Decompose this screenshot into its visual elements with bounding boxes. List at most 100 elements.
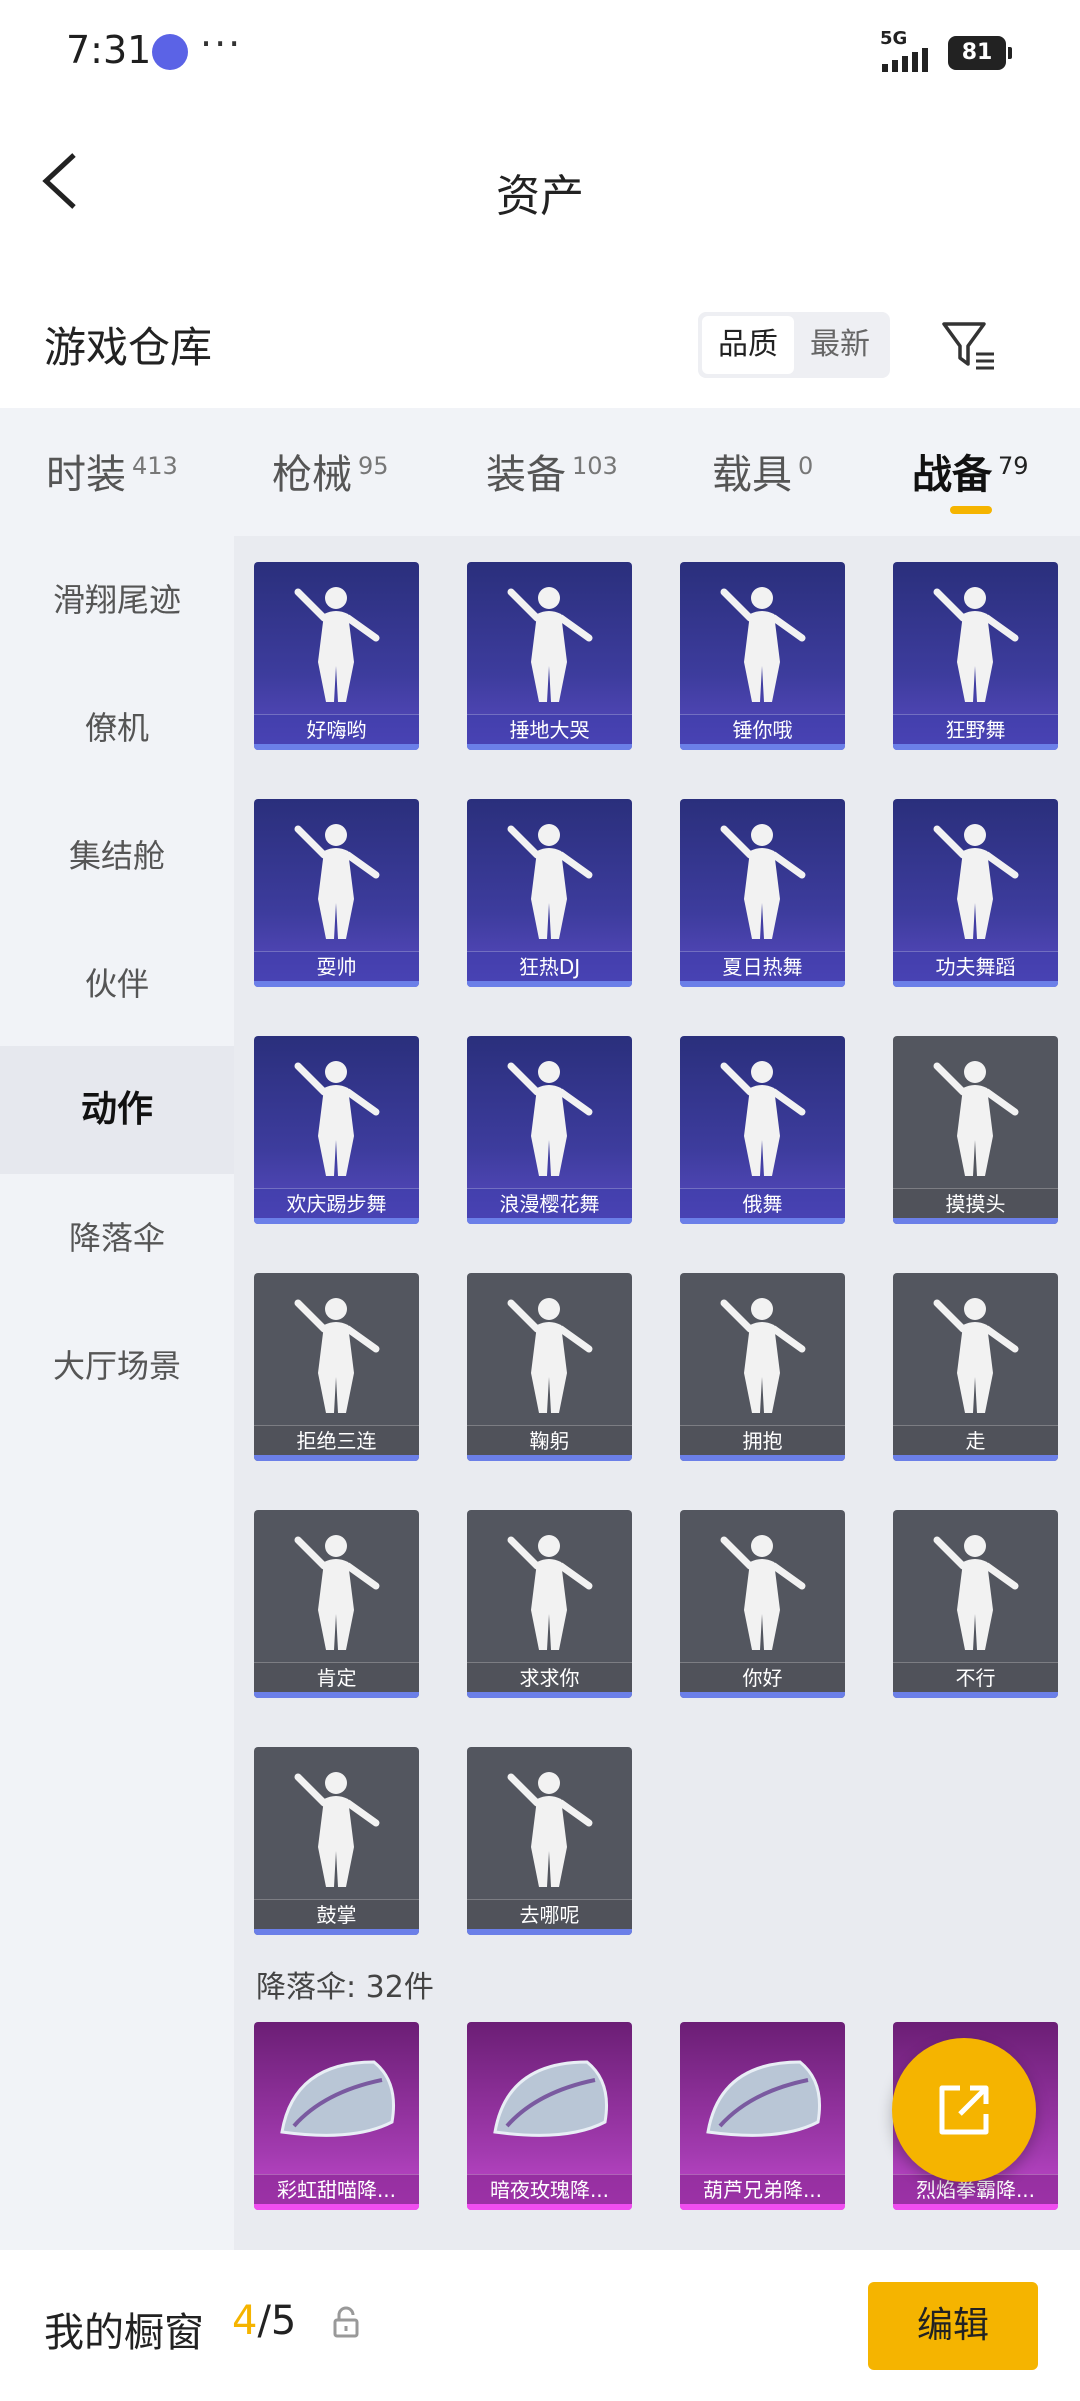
sort-newest-button[interactable]: 最新 <box>794 316 886 374</box>
parachute-icon <box>706 2060 822 2137</box>
rarity-stripe <box>680 2204 845 2210</box>
tab-combat-gear[interactable]: 战备 79 <box>912 442 1029 500</box>
action-card-label: 摸摸头 <box>893 1188 1058 1218</box>
sidebar-item-companion[interactable]: 伙伴 <box>0 920 234 1048</box>
tab-count: 0 <box>798 451 814 480</box>
tab-label: 时装 <box>46 452 126 498</box>
action-card[interactable]: 俄舞 <box>680 1036 845 1224</box>
lock-icon <box>333 2306 359 2338</box>
sidebar-item-parachute[interactable]: 降落伞 <box>0 1174 234 1302</box>
sidebar-item-glide-trail[interactable]: 滑翔尾迹 <box>0 536 234 664</box>
dancer-figure-icon <box>294 824 380 939</box>
dancer-figure-icon <box>720 1535 806 1650</box>
share-button[interactable] <box>892 2038 1036 2182</box>
dancer-figure-icon <box>294 587 380 702</box>
tab-label: 枪械 <box>272 452 352 498</box>
action-card[interactable]: 求求你 <box>467 1510 632 1698</box>
action-card[interactable]: 锤你哦 <box>680 562 845 750</box>
action-card[interactable]: 摸摸头 <box>893 1036 1058 1224</box>
rarity-stripe <box>254 1692 419 1698</box>
dancer-figure-icon <box>933 1535 1019 1650</box>
action-card[interactable]: 浪漫樱花舞 <box>467 1036 632 1224</box>
rarity-stripe <box>467 1692 632 1698</box>
action-card-label: 求求你 <box>467 1662 632 1692</box>
tab-label: 战备 <box>912 452 992 498</box>
action-card[interactable]: 捶地大哭 <box>467 562 632 750</box>
rarity-stripe <box>254 981 419 987</box>
parachute-card[interactable]: 暗夜玫瑰降... <box>467 2022 632 2210</box>
tab-fashion[interactable]: 时装 413 <box>46 442 178 500</box>
network-type: 5G <box>880 28 908 49</box>
action-card-label: 耍帅 <box>254 951 419 981</box>
parachute-card[interactable]: 彩虹甜喵降... <box>254 2022 419 2210</box>
rarity-stripe <box>467 1218 632 1224</box>
action-card[interactable]: 欢庆踢步舞 <box>254 1036 419 1224</box>
sort-quality-button[interactable]: 品质 <box>702 316 794 374</box>
action-card[interactable]: 鼓掌 <box>254 1747 419 1935</box>
battery-icon: 81 <box>948 36 1012 70</box>
sidebar-item-pod[interactable]: 集结舱 <box>0 792 234 920</box>
action-card-label: 肯定 <box>254 1662 419 1692</box>
action-card[interactable]: 耍帅 <box>254 799 419 987</box>
action-card[interactable]: 你好 <box>680 1510 845 1698</box>
filter-button[interactable] <box>938 316 998 376</box>
action-card[interactable]: 狂野舞 <box>893 562 1058 750</box>
status-time: 7:31 <box>66 28 152 72</box>
status-bar: 7:31 ··· 5G 81 <box>0 0 1080 100</box>
dancer-figure-icon <box>507 1772 593 1887</box>
action-card[interactable]: 不行 <box>893 1510 1058 1698</box>
parachute-card[interactable]: 葫芦兄弟降... <box>680 2022 845 2210</box>
dancer-figure-icon <box>507 587 593 702</box>
tab-label: 载具 <box>712 452 792 498</box>
action-card[interactable]: 鞠躬 <box>467 1273 632 1461</box>
action-card-label: 功夫舞蹈 <box>893 951 1058 981</box>
sidebar-item-lobby-scene[interactable]: 大厅场景 <box>0 1302 234 1430</box>
action-card-label: 夏日热舞 <box>680 951 845 981</box>
action-card[interactable]: 狂热DJ <box>467 799 632 987</box>
dancer-figure-icon <box>720 587 806 702</box>
bottom-bar: 我的橱窗 4/5 编辑 <box>0 2250 1080 2401</box>
action-card-label: 鼓掌 <box>254 1899 419 1929</box>
sidebar-item-actions[interactable]: 动作 <box>0 1046 234 1174</box>
edit-button[interactable]: 编辑 <box>868 2282 1038 2370</box>
sidebar-item-wingman[interactable]: 僚机 <box>0 664 234 792</box>
rarity-stripe <box>893 744 1058 750</box>
dancer-figure-icon <box>507 1535 593 1650</box>
action-card[interactable]: 夏日热舞 <box>680 799 845 987</box>
parachute-card-label: 暗夜玫瑰降... <box>467 2174 632 2204</box>
rarity-stripe <box>254 744 419 750</box>
action-card[interactable]: 好嗨哟 <box>254 562 419 750</box>
signal-icon <box>882 48 928 72</box>
tab-vehicles[interactable]: 载具 0 <box>712 442 813 500</box>
action-card[interactable]: 走 <box>893 1273 1058 1461</box>
rarity-stripe <box>254 1929 419 1935</box>
dancer-figure-icon <box>507 1298 593 1413</box>
action-card-label: 不行 <box>893 1662 1058 1692</box>
rarity-stripe <box>680 1455 845 1461</box>
dancer-figure-icon <box>294 1535 380 1650</box>
rarity-stripe <box>893 981 1058 987</box>
app-notification-icon <box>152 34 188 70</box>
tab-count: 79 <box>998 451 1029 480</box>
action-card[interactable]: 肯定 <box>254 1510 419 1698</box>
action-card-label: 拥抱 <box>680 1425 845 1455</box>
showcase-current: 4 <box>232 2298 258 2344</box>
action-card[interactable]: 拥抱 <box>680 1273 845 1461</box>
rarity-stripe <box>893 1455 1058 1461</box>
tab-weapons[interactable]: 枪械 95 <box>272 442 389 500</box>
dancer-figure-icon <box>933 587 1019 702</box>
action-card[interactable]: 功夫舞蹈 <box>893 799 1058 987</box>
showcase-total: /5 <box>257 2298 297 2344</box>
dancer-figure-icon <box>294 1298 380 1413</box>
warehouse-row: 游戏仓库 品质 最新 <box>0 290 1080 410</box>
action-card[interactable]: 去哪呢 <box>467 1747 632 1935</box>
action-card[interactable]: 拒绝三连 <box>254 1273 419 1461</box>
rarity-stripe <box>467 2204 632 2210</box>
action-card-label: 俄舞 <box>680 1188 845 1218</box>
action-card-label: 走 <box>893 1425 1058 1455</box>
tab-equipment[interactable]: 装备 103 <box>486 442 618 500</box>
parachute-icon <box>280 2060 396 2137</box>
dancer-figure-icon <box>933 1061 1019 1176</box>
page-title: 资产 <box>496 171 584 222</box>
rarity-stripe <box>893 1692 1058 1698</box>
